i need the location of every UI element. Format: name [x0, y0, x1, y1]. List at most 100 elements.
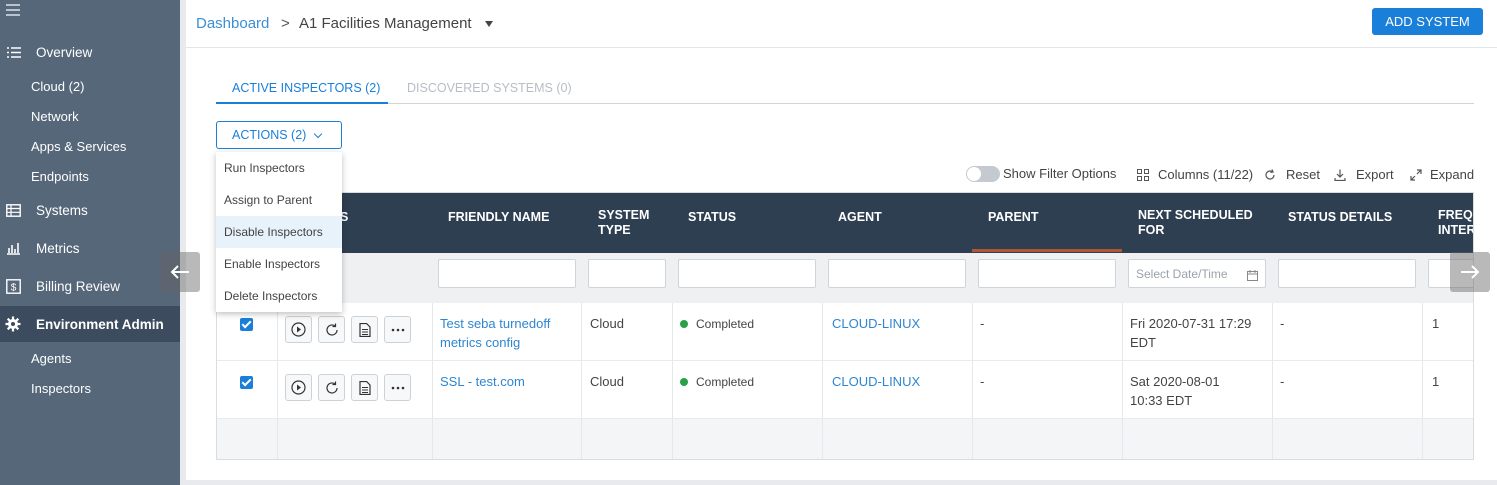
- table-row[interactable]: Test seba turnedoff metrics config Cloud…: [217, 303, 1473, 361]
- next-scheduled: Fri 2020-07-31 17:29 EDT: [1130, 316, 1252, 350]
- run-button[interactable]: [285, 374, 312, 401]
- header-status-details[interactable]: STATUS DETAILS: [1288, 210, 1392, 225]
- breadcrumb-dashboard-link[interactable]: Dashboard: [196, 15, 269, 32]
- more-options-button[interactable]: [384, 316, 411, 343]
- tab-discovered-systems[interactable]: DISCOVERED SYSTEMS (0): [407, 81, 572, 95]
- agent-link[interactable]: CLOUD-LINUX: [832, 314, 920, 333]
- filter-status[interactable]: [678, 259, 816, 288]
- sidebar-item-agents[interactable]: Agents: [31, 351, 71, 366]
- system-type: Cloud: [590, 316, 624, 331]
- menu-item-run-inspectors[interactable]: Run Inspectors: [216, 152, 342, 184]
- inspectors-table: S FRIENDLY NAME SYSTEM TYPE STATUS AGENT…: [216, 192, 1474, 460]
- breadcrumb-current[interactable]: A1 Facilities Management: [299, 15, 472, 32]
- parent-value: -: [980, 374, 985, 389]
- next-scheduled: Sat 2020-08-01 10:33 EDT: [1130, 374, 1220, 408]
- menu-item-disable-inspectors[interactable]: Disable Inspectors: [216, 216, 342, 248]
- sidebar-item-label: Environment Admin: [36, 316, 164, 332]
- chevron-down-icon: [313, 129, 323, 139]
- header-system-type[interactable]: SYSTEM TYPE: [598, 208, 668, 238]
- toggle-knob: [967, 167, 981, 181]
- sidebar-item-label: Overview: [36, 44, 93, 60]
- agent-link[interactable]: CLOUD-LINUX: [832, 372, 920, 391]
- sidebar-item-endpoints[interactable]: Endpoints: [31, 169, 89, 184]
- export-button[interactable]: Export: [1356, 167, 1394, 182]
- refresh-icon: [325, 323, 338, 336]
- caret-down-icon[interactable]: [485, 21, 493, 27]
- document-button[interactable]: [351, 316, 378, 343]
- sidebar-item-billing-review[interactable]: $ Billing Review: [0, 268, 180, 304]
- reset-icon[interactable]: [1264, 168, 1276, 180]
- column-divider: [581, 303, 582, 459]
- document-icon: [358, 380, 371, 395]
- play-icon: [291, 380, 306, 395]
- dollar-icon: $: [5, 278, 21, 294]
- actions-dropdown-button[interactable]: ACTIONS (2): [216, 121, 342, 149]
- header-friendly-name[interactable]: FRIENDLY NAME: [448, 210, 549, 225]
- column-divider: [672, 303, 673, 459]
- scroll-left-arrow-icon[interactable]: [160, 252, 200, 292]
- menu-item-assign-to-parent[interactable]: Assign to Parent: [216, 184, 342, 216]
- sidebar-item-overview[interactable]: Overview: [0, 34, 180, 70]
- sidebar-item-label: Billing Review: [36, 278, 121, 294]
- header-agent[interactable]: AGENT: [838, 210, 882, 225]
- add-system-button[interactable]: ADD SYSTEM: [1372, 8, 1483, 35]
- row-checkbox[interactable]: [240, 318, 253, 331]
- sidebar-item-apps-services[interactable]: Apps & Services: [31, 139, 126, 154]
- status-details: -: [1280, 374, 1285, 389]
- column-divider: [277, 303, 278, 459]
- tab-active-inspectors[interactable]: ACTIVE INSPECTORS (2): [232, 81, 380, 95]
- refresh-button[interactable]: [318, 316, 345, 343]
- table-icon: [5, 202, 21, 218]
- table-row[interactable]: SSL - test.com Cloud Completed CLOUD-LIN…: [217, 361, 1473, 419]
- menu-item-enable-inspectors[interactable]: Enable Inspectors: [216, 248, 342, 280]
- bar-chart-icon: [5, 240, 21, 256]
- status-dot: [680, 320, 688, 328]
- sidebar-item-network[interactable]: Network: [31, 109, 79, 124]
- friendly-name-link[interactable]: SSL - test.com: [440, 372, 580, 391]
- header-status[interactable]: STATUS: [688, 210, 736, 225]
- columns-grid-icon[interactable]: [1137, 168, 1149, 181]
- header-frequency-interval[interactable]: FREQ INTER: [1438, 208, 1473, 238]
- sidebar-item-metrics[interactable]: Metrics: [0, 230, 180, 266]
- filter-agent[interactable]: [828, 259, 966, 288]
- filter-parent[interactable]: [978, 259, 1116, 288]
- row-checkbox[interactable]: [240, 376, 253, 389]
- frequency: 1: [1432, 374, 1440, 389]
- main-panel: Dashboard > A1 Facilities Management ADD…: [186, 0, 1497, 480]
- scroll-right-arrow-icon[interactable]: [1450, 252, 1490, 292]
- hamburger-menu-icon[interactable]: [6, 4, 20, 16]
- filter-options-label[interactable]: Show Filter Options: [1003, 166, 1116, 181]
- refresh-button[interactable]: [318, 374, 345, 401]
- reset-button[interactable]: Reset: [1286, 167, 1320, 182]
- filter-next-scheduled[interactable]: Select Date/Time: [1128, 259, 1266, 288]
- friendly-name-link[interactable]: Test seba turnedoff metrics config: [440, 314, 580, 352]
- status-dot: [680, 378, 688, 386]
- more-icon: [391, 386, 404, 389]
- header-parent[interactable]: PARENT: [988, 210, 1038, 225]
- run-button[interactable]: [285, 316, 312, 343]
- sidebar-item-environment-admin[interactable]: Environment Admin: [0, 306, 180, 342]
- menu-item-delete-inspectors[interactable]: Delete Inspectors: [216, 280, 342, 312]
- filter-status-details[interactable]: [1278, 259, 1416, 288]
- calendar-icon[interactable]: [1247, 268, 1258, 286]
- list-check-icon: [5, 44, 21, 60]
- document-button[interactable]: [351, 374, 378, 401]
- breadcrumb-separator: >: [281, 15, 290, 32]
- status-text: Completed: [696, 375, 755, 389]
- filter-system-type[interactable]: [588, 259, 666, 288]
- columns-button[interactable]: Columns (11/22): [1158, 167, 1253, 182]
- more-options-button[interactable]: [384, 374, 411, 401]
- header-next-scheduled[interactable]: NEXT SCHEDULED FOR: [1138, 208, 1263, 238]
- sidebar-item-cloud[interactable]: Cloud (2): [31, 79, 84, 94]
- filter-friendly-name[interactable]: [438, 259, 576, 288]
- filter-options-toggle[interactable]: [966, 166, 1000, 182]
- expand-button[interactable]: Expand: [1430, 167, 1474, 182]
- frequency: 1: [1432, 316, 1440, 331]
- sidebar: Overview Cloud (2) Network Apps & Servic…: [0, 0, 180, 485]
- filter-row: Select Date/Time: [217, 253, 1473, 303]
- expand-icon[interactable]: [1410, 168, 1422, 181]
- column-divider: [972, 303, 973, 459]
- sidebar-item-inspectors[interactable]: Inspectors: [31, 381, 91, 396]
- sidebar-item-systems[interactable]: Systems: [0, 192, 180, 228]
- export-icon[interactable]: [1334, 168, 1346, 182]
